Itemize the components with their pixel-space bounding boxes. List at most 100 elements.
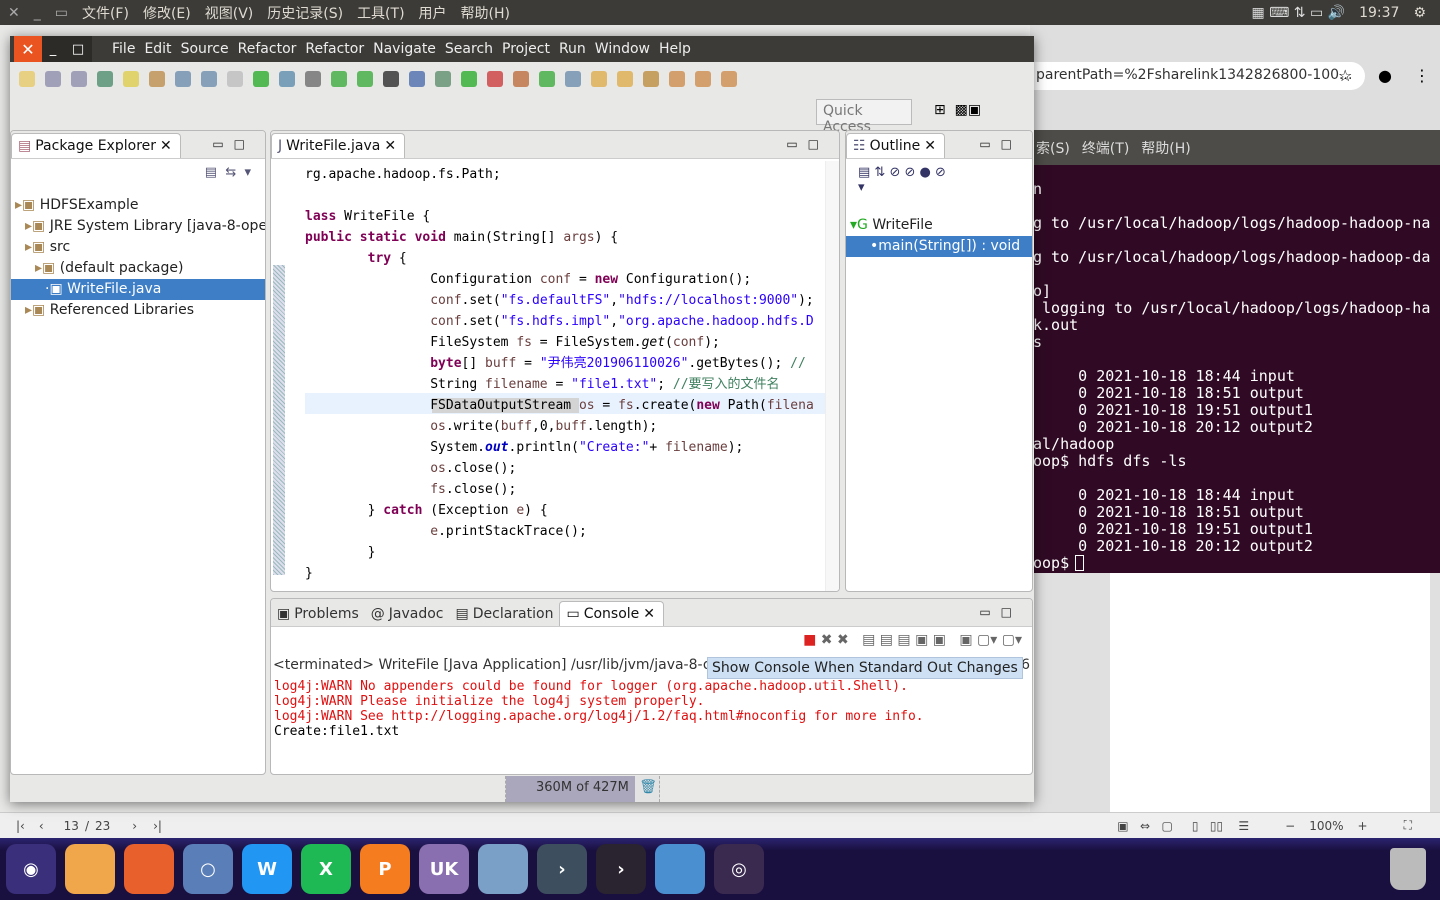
toolbar-button[interactable] xyxy=(565,71,581,87)
toolbar-button[interactable] xyxy=(409,71,425,87)
trash-icon[interactable] xyxy=(1390,848,1426,890)
prev-page-button[interactable]: ‹ xyxy=(39,819,44,833)
tab-outline[interactable]: ☷ Outline ✕ xyxy=(846,133,945,158)
toolbar-button[interactable] xyxy=(435,71,451,87)
close-tab-icon[interactable]: ✕ xyxy=(384,138,396,154)
menu-item[interactable]: 视图(V) xyxy=(205,3,254,23)
menu-item[interactable]: Edit xyxy=(144,41,171,57)
powerpoint-icon[interactable]: P xyxy=(360,844,410,894)
tree-item[interactable]: ·▣ WriteFile.java xyxy=(11,279,265,300)
menu-item[interactable]: Project xyxy=(502,41,550,57)
uk-icon[interactable]: UK xyxy=(419,844,469,894)
vscode-icon[interactable]: › xyxy=(537,844,587,894)
toolbar-button[interactable] xyxy=(643,71,659,87)
window-controls[interactable]: _ □ xyxy=(42,36,92,62)
terminal-menu-item[interactable]: 终端(T) xyxy=(1082,138,1129,158)
outline-toolbar[interactable]: ▤ ⇅ ⊘ ⊘ ● ⊘ ▾ xyxy=(846,159,1032,215)
console-toolbar[interactable]: ■ ✖ ✖ ▤ ▤ ▤ ▣ ▣ ▣ ▢▾ ▢▾ xyxy=(271,627,1032,655)
menu-item[interactable]: Navigate xyxy=(373,41,436,57)
toolbar-button[interactable] xyxy=(175,71,191,87)
minimize-icon[interactable]: _ xyxy=(50,42,57,57)
first-page-button[interactable]: |‹ xyxy=(16,819,25,833)
toolbar-button[interactable] xyxy=(45,71,61,87)
overview-ruler[interactable] xyxy=(825,161,839,591)
min-max-buttons[interactable]: ▭□ xyxy=(979,137,1022,151)
min-max-buttons[interactable]: ▭□ xyxy=(212,137,255,151)
tab-problems[interactable]: ▣ Problems xyxy=(271,602,365,626)
toolbar-button[interactable] xyxy=(617,71,633,87)
tree-item[interactable]: ▸▣ src xyxy=(11,237,265,258)
page-number[interactable]: 13 xyxy=(64,819,79,833)
toolbar-button[interactable] xyxy=(227,71,243,87)
terminal-menu-item[interactable]: 帮助(H) xyxy=(1141,138,1190,158)
toolbar-button[interactable] xyxy=(695,71,711,87)
toolbar-button[interactable] xyxy=(383,71,399,87)
menu-item[interactable]: 帮助(H) xyxy=(461,3,510,23)
fullscreen-icon[interactable]: ⛶ xyxy=(1404,818,1412,833)
tray-icons[interactable]: ▦ ⌨ ⇅ ▭ 🔊 xyxy=(1251,5,1345,21)
toolbar-button[interactable] xyxy=(461,71,477,87)
terminate-icon[interactable]: ■ xyxy=(803,632,816,648)
url-bar[interactable]: parentPath=%2Fsharelink1342826800-100... xyxy=(1030,62,1365,90)
toolbar-button[interactable] xyxy=(669,71,685,87)
files-icon[interactable] xyxy=(65,844,115,894)
toolbar-button[interactable] xyxy=(591,71,607,87)
quick-access-input[interactable]: Quick Access xyxy=(816,99,912,135)
last-page-button[interactable]: ›| xyxy=(153,819,162,833)
tab-javadoc[interactable]: @ Javadoc xyxy=(365,602,450,626)
firefox-icon[interactable] xyxy=(124,844,174,894)
toolbar-button[interactable] xyxy=(279,71,295,87)
excel-icon[interactable]: X xyxy=(301,844,351,894)
toolbar-button[interactable] xyxy=(149,71,165,87)
bookmark-star-icon[interactable]: ☆ xyxy=(1338,66,1352,85)
close-tab-icon[interactable]: ✕ xyxy=(924,138,936,154)
garbage-collect-icon[interactable]: 🗑 xyxy=(639,779,657,795)
min-max-buttons[interactable]: ▭□ xyxy=(979,605,1022,619)
menu-item[interactable]: 工具(T) xyxy=(357,3,404,23)
close-button[interactable]: ✕ xyxy=(14,36,42,62)
store-icon[interactable] xyxy=(478,844,528,894)
toolbar-button[interactable] xyxy=(97,71,113,87)
disk-icon[interactable]: ◎ xyxy=(714,844,764,894)
ubuntu-icon[interactable]: ◉ xyxy=(6,844,56,894)
outline-class[interactable]: ▾G WriteFile xyxy=(846,215,1032,236)
close-icon[interactable]: ✕ xyxy=(8,5,20,21)
view-mode-icons[interactable]: ▣ ⇔ ▢ ▯ ▯▯ ☰ xyxy=(1117,819,1249,833)
minimize-icon[interactable]: _ xyxy=(34,5,41,21)
menu-item[interactable]: Source xyxy=(181,41,229,57)
menu-item[interactable]: Run xyxy=(559,41,586,57)
toolbar-button[interactable] xyxy=(539,71,555,87)
toolbar-button[interactable] xyxy=(253,71,269,87)
tab-writefile[interactable]: J WriteFile.java ✕ xyxy=(271,133,406,158)
zoom-in-button[interactable]: + xyxy=(1358,819,1368,833)
profile-icon[interactable]: ● xyxy=(1378,66,1392,85)
tab-package-explorer[interactable]: ▤ Package Explorer ✕ xyxy=(11,133,181,158)
menu-item[interactable]: 历史记录(S) xyxy=(267,3,343,23)
toolbar-button[interactable] xyxy=(721,71,737,87)
app-grid-icon[interactable] xyxy=(655,844,705,894)
menu-icon[interactable]: ⋮ xyxy=(1414,66,1430,85)
toolbar-button[interactable] xyxy=(357,71,373,87)
tree-item[interactable]: ▸▣ JRE System Library [java-8-openjdk] xyxy=(11,216,265,237)
terminal-window[interactable]: 索(S) 终端(T) 帮助(H) n g to /usr/local/hadoop/l… xyxy=(1030,130,1440,573)
word-icon[interactable]: W xyxy=(242,844,292,894)
next-page-button[interactable]: › xyxy=(132,819,137,833)
menu-item[interactable]: Help xyxy=(659,41,691,57)
console-output[interactable]: log4j:WARN No appenders could be found f… xyxy=(271,679,1032,739)
menu-item[interactable]: 文件(F) xyxy=(82,3,129,23)
menu-item[interactable]: Refactor xyxy=(238,41,297,57)
menu-item[interactable]: Search xyxy=(445,41,493,57)
menu-item[interactable]: File xyxy=(112,41,135,57)
maximize-icon[interactable]: ▭ xyxy=(55,5,68,21)
terminal-menu-item[interactable]: 索(S) xyxy=(1036,138,1070,158)
toolbar-button[interactable] xyxy=(19,71,35,87)
explorer-toolbar[interactable]: ▤ ⇆ ▾ xyxy=(11,159,265,195)
min-max-buttons[interactable]: ▭□ xyxy=(786,137,829,151)
maximize-icon[interactable]: □ xyxy=(72,42,84,57)
menu-item[interactable]: 用户 xyxy=(419,3,447,23)
tab-console[interactable]: ▭ Console ✕ xyxy=(559,601,664,626)
toolbar-button[interactable] xyxy=(513,71,529,87)
menu-item[interactable]: Refactor xyxy=(305,41,364,57)
tree-item[interactable]: ▸▣ (default package) xyxy=(11,258,265,279)
toolbar-button[interactable] xyxy=(487,71,503,87)
